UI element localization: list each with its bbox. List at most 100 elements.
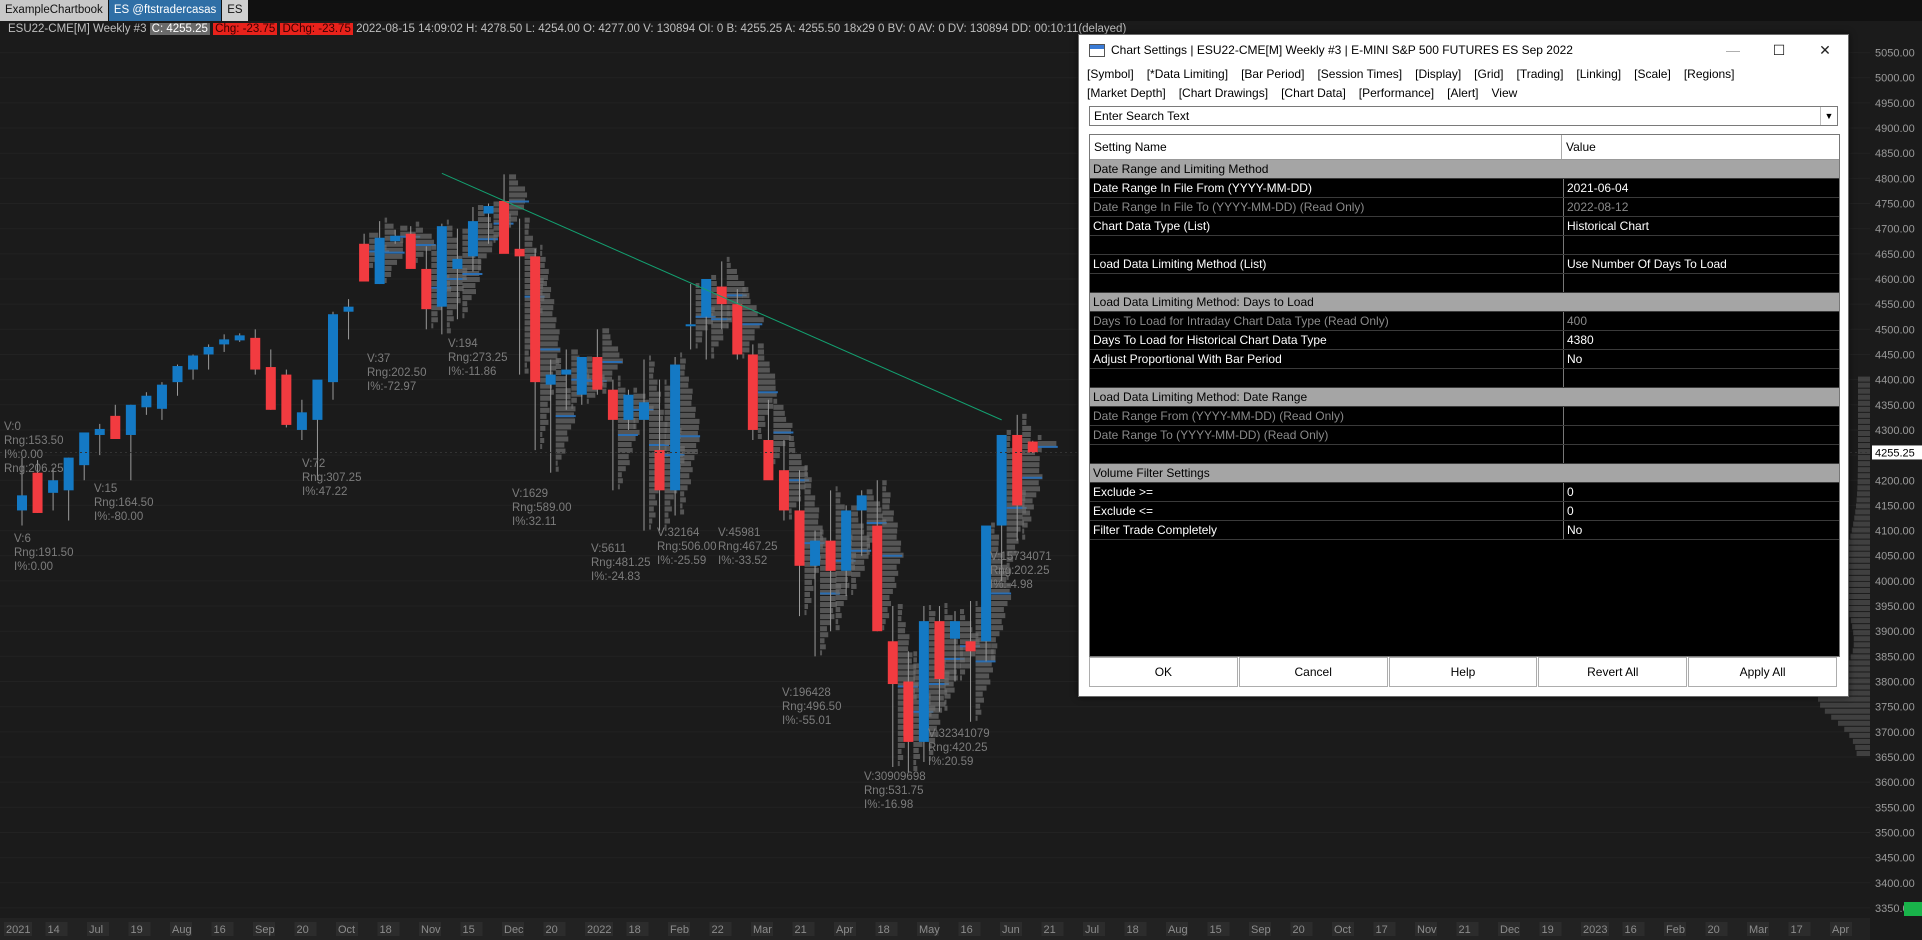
search-input[interactable]: Enter Search Text ▼ [1089, 106, 1838, 126]
setting-value[interactable]: No [1564, 350, 1839, 368]
setting-value[interactable] [1564, 445, 1839, 463]
settings-row[interactable]: Date Range To (YYYY-MM-DD) (Read Only) [1090, 426, 1839, 445]
candle[interactable] [359, 233, 370, 282]
ok-button[interactable]: OK [1089, 657, 1238, 687]
candle[interactable] [981, 525, 992, 662]
settings-row[interactable]: Exclude <= 0 [1090, 502, 1839, 521]
settings-row[interactable]: Date Range In File To (YYYY-MM-DD) (Read… [1090, 198, 1839, 217]
settings-row[interactable]: Date Range From (YYYY-MM-DD) (Read Only) [1090, 407, 1839, 426]
setting-value[interactable]: 0 [1564, 502, 1839, 520]
column-header-setting-name[interactable]: Setting Name [1090, 135, 1562, 159]
settings-tab-menu_row1-5[interactable]: [Grid] [1474, 67, 1503, 81]
candle[interactable] [188, 354, 199, 380]
candle[interactable] [1027, 440, 1038, 454]
candle[interactable] [79, 432, 90, 481]
settings-tab-menu_row2-2[interactable]: [Chart Data] [1281, 86, 1346, 100]
candle[interactable] [203, 344, 214, 370]
cancel-button[interactable]: Cancel [1238, 657, 1388, 687]
settings-tab-menu_row1-9[interactable]: [Regions] [1684, 67, 1735, 81]
candle[interactable] [63, 457, 74, 521]
settings-row[interactable]: Days To Load for Historical Chart Data T… [1090, 331, 1839, 350]
settings-row[interactable]: Days To Load for Intraday Chart Data Typ… [1090, 312, 1839, 331]
time-axis[interactable]: 2021 14 Jul 19 Aug 16 Sep 20 Oct 18 Nov 15 Dec 20 2022… [0, 918, 1870, 940]
candle[interactable] [234, 333, 245, 342]
settings-row[interactable] [1090, 369, 1839, 388]
chevron-down-icon[interactable]: ▼ [1820, 107, 1837, 125]
settings-row[interactable]: Exclude >= 0 [1090, 483, 1839, 502]
revert-all-button[interactable]: Revert All [1538, 657, 1688, 687]
settings-row[interactable]: Date Range In File From (YYYY-MM-DD) 2021… [1090, 179, 1839, 198]
candle[interactable] [607, 379, 618, 491]
candle[interactable] [141, 392, 152, 415]
setting-value[interactable] [1564, 369, 1839, 387]
candle[interactable] [281, 369, 292, 428]
settings-tab-menu_row1-0[interactable]: [Symbol] [1087, 67, 1134, 81]
candle[interactable] [125, 404, 136, 481]
settings-row[interactable]: Filter Trade Completely No [1090, 521, 1839, 540]
candle[interactable] [887, 606, 898, 768]
settings-tab-menu_row1-7[interactable]: [Linking] [1576, 67, 1621, 81]
setting-name: Days To Load for Intraday Chart Data Typ… [1090, 312, 1564, 330]
candle[interactable] [374, 221, 385, 285]
setting-value[interactable]: 4380 [1564, 331, 1839, 349]
candle[interactable] [156, 382, 167, 420]
chartbook-tab-0[interactable]: ExampleChartbook [0, 0, 108, 21]
candle[interactable] [747, 344, 758, 441]
candle[interactable] [514, 218, 525, 375]
settings-row[interactable] [1090, 274, 1839, 293]
setting-value[interactable] [1564, 236, 1839, 254]
chartbook-tab-2[interactable]: ES [222, 0, 248, 21]
candle[interactable] [436, 223, 447, 335]
candle[interactable] [530, 248, 541, 451]
candle[interactable] [110, 404, 121, 439]
settings-tab-menu_row2-4[interactable]: [Alert] [1447, 86, 1478, 100]
setting-value[interactable]: Use Number Of Days To Load [1564, 255, 1839, 273]
setting-value[interactable]: No [1564, 521, 1839, 539]
settings-tab-menu_row1-3[interactable]: [Session Times] [1317, 67, 1402, 81]
settings-tab-menu_row2-0[interactable]: [Market Depth] [1087, 86, 1166, 100]
help-button[interactable]: Help [1388, 657, 1538, 687]
candle[interactable] [265, 349, 276, 410]
setting-value[interactable] [1564, 274, 1839, 292]
candle[interactable] [94, 423, 105, 456]
candle[interactable] [172, 364, 183, 396]
settings-tab-menu_row2-5[interactable]: View [1492, 86, 1518, 100]
candle[interactable] [576, 356, 587, 405]
candle[interactable] [592, 329, 603, 395]
settings-tab-menu_row2-3[interactable]: [Performance] [1359, 86, 1434, 100]
candle[interactable] [545, 359, 556, 473]
settings-tab-menu_row1-1[interactable]: [*Data Limiting] [1147, 67, 1228, 81]
candle[interactable] [685, 284, 696, 350]
candle[interactable] [810, 530, 821, 657]
candle[interactable] [296, 399, 307, 441]
column-header-value[interactable]: Value [1562, 135, 1596, 159]
candle[interactable] [343, 299, 354, 340]
close-icon[interactable]: ✕ [1802, 35, 1848, 65]
settings-tab-menu_row1-4[interactable]: [Display] [1415, 67, 1461, 81]
maximize-icon[interactable]: ☐ [1756, 35, 1802, 65]
settings-row[interactable] [1090, 445, 1839, 464]
setting-value[interactable]: 2021-06-04 [1564, 179, 1839, 197]
candle[interactable] [639, 359, 649, 531]
candle[interactable] [250, 329, 261, 375]
setting-value[interactable]: 0 [1564, 483, 1839, 501]
settings-tab-menu_row2-1[interactable]: [Chart Drawings] [1179, 86, 1268, 100]
settings-tab-menu_row1-8[interactable]: [Scale] [1634, 67, 1671, 81]
candle[interactable] [421, 246, 432, 330]
chartbook-tab-1[interactable]: ES @ftstradercasas [108, 0, 222, 21]
minimize-icon[interactable]: — [1710, 35, 1756, 65]
candle[interactable] [841, 505, 852, 596]
candle[interactable] [328, 311, 338, 400]
price-axis[interactable]: 5050.00 5000.00 4950.00 4900.00 4850.00 4800.… [1872, 40, 1922, 918]
dialog-title-bar[interactable]: Chart Settings | ESU22-CME[M] Weekly #3 … [1079, 35, 1848, 65]
settings-row[interactable]: Chart Data Type (List) Historical Chart [1090, 217, 1839, 236]
candle[interactable] [219, 334, 230, 352]
settings-tab-menu_row1-2[interactable]: [Bar Period] [1241, 67, 1304, 81]
settings-row[interactable] [1090, 236, 1839, 255]
settings-row[interactable]: Load Data Limiting Method (List) Use Numb… [1090, 255, 1839, 274]
apply-all-button[interactable]: Apply All [1688, 657, 1837, 687]
settings-tab-menu_row1-6[interactable]: [Trading] [1517, 67, 1564, 81]
setting-value[interactable]: Historical Chart [1564, 217, 1839, 235]
candle[interactable] [499, 174, 510, 254]
settings-row[interactable]: Adjust Proportional With Bar Period No [1090, 350, 1839, 369]
